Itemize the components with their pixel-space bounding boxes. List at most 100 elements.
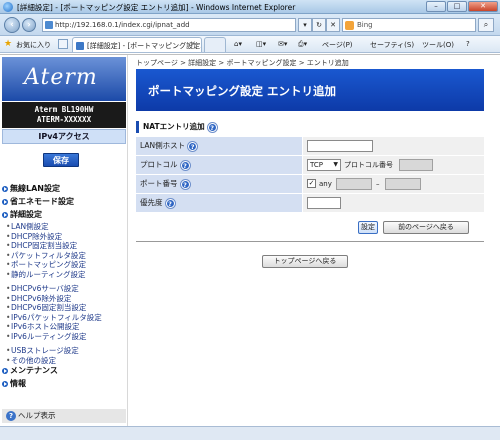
priority-input[interactable] (307, 197, 341, 209)
field-label: LAN側ホスト? (136, 137, 302, 155)
search-icon[interactable]: ⌕ (478, 18, 494, 32)
help-icon[interactable]: ? (179, 159, 191, 171)
port-start-input[interactable] (336, 178, 372, 190)
tab-close-icon[interactable]: ✕ (190, 40, 196, 48)
help-icon[interactable]: ? (206, 121, 218, 133)
breadcrumb[interactable]: トップページ > 詳細設定 > ポートマッピング設定 > エントリ追加 (136, 58, 349, 68)
tools-menu[interactable]: ツール(O) (422, 40, 454, 50)
row-protocol: プロトコル? TCP プロトコル番号 (136, 156, 484, 175)
entry-form: LAN側ホスト? プロトコル? TCP プロトコル番号 ポート番号? ✓ an (136, 137, 484, 213)
menu-sub-item[interactable]: DHCPv6サーバ設定 (0, 284, 128, 294)
menu-sub-item[interactable]: パケットフィルタ設定 (0, 251, 128, 261)
sidebar-menu: 無線LAN設定 省エネモード設定 詳細設定 LAN側設定 DHCP除外設定 DH… (0, 183, 128, 391)
back-button[interactable]: ‹ (4, 17, 20, 33)
protocol-select[interactable]: TCP (307, 159, 341, 171)
menu-eco[interactable]: 省エネモード設定 (0, 196, 128, 209)
page-menu[interactable]: ページ(P) (322, 40, 353, 50)
port-range-dash: – (376, 180, 380, 188)
aterm-logo: Aterm (2, 57, 126, 101)
help-icon[interactable]: ? (164, 197, 176, 209)
help-link[interactable]: ? ヘルプ表示 (2, 409, 126, 423)
menu-sub-item[interactable]: DHCPv6除外設定 (0, 294, 128, 304)
minimize-button[interactable]: – (426, 1, 446, 12)
tab-active[interactable]: [詳細設定] - [ポートマッピング設定... (72, 37, 202, 52)
help-label: ヘルプ表示 (18, 411, 56, 420)
stop-icon[interactable]: ✕ (326, 18, 340, 32)
menu-advanced[interactable]: 詳細設定 (0, 209, 128, 222)
menu-sub-item[interactable]: LAN側設定 (0, 222, 128, 232)
tab-page-icon (76, 42, 84, 50)
menu-sub-item[interactable]: IPv6パケットフィルタ設定 (0, 313, 128, 323)
main-panel: トップページ > 詳細設定 > ポートマッピング設定 > エントリ追加 ポートマ… (128, 55, 500, 427)
lan-host-input[interactable] (307, 140, 373, 152)
model-info: Aterm BL190HW ATERM-XXXXXX (2, 102, 126, 128)
new-tab-button[interactable] (204, 37, 226, 52)
home-icon[interactable]: ⌂▾ (234, 40, 242, 48)
favorites-star-icon[interactable]: ★ (4, 39, 12, 49)
arrow-bullet-icon (2, 186, 8, 192)
url-input[interactable]: http://192.168.0.1/index.cgi/ipnat_add (42, 18, 296, 32)
search-input[interactable]: Bing (342, 18, 476, 32)
close-button[interactable]: ✕ (468, 1, 498, 12)
model-name: Aterm BL190HW (34, 105, 94, 114)
top-page-button[interactable]: トップページへ戻る (262, 255, 348, 268)
tab-label: [詳細設定] - [ポートマッピング設定... (87, 42, 202, 50)
menu-sub-item[interactable]: 静的ルーティング設定 (0, 270, 128, 280)
search-placeholder: Bing (357, 21, 373, 29)
arrow-bullet-icon (2, 368, 8, 374)
maximize-button[interactable]: □ (447, 1, 467, 12)
arrow-bullet-icon (2, 199, 8, 205)
mail-icon[interactable]: ✉▾ (278, 40, 287, 48)
divider (136, 241, 484, 242)
page-icon (45, 21, 53, 29)
feeds-icon[interactable]: ◫▾ (256, 40, 266, 48)
menu-maintenance[interactable]: メンテナンス (0, 365, 128, 378)
compat-icon[interactable]: ▾ (298, 18, 312, 32)
refresh-icon[interactable]: ↻ (312, 18, 326, 32)
status-bar (0, 426, 500, 440)
menu-sub-item[interactable]: DHCP固定割当設定 (0, 241, 128, 251)
page-title: ポートマッピング設定 エントリ追加 (136, 69, 484, 111)
help-icon[interactable]: ? (179, 178, 191, 190)
back-page-button[interactable]: 前のページへ戻る (383, 221, 469, 234)
menu-sub-item[interactable]: IPv6ルーティング設定 (0, 332, 128, 342)
row-priority: 優先度? (136, 194, 484, 213)
menu-sub-item[interactable]: DHCPv6固定割当設定 (0, 303, 128, 313)
row-port: ポート番号? ✓ any – (136, 175, 484, 194)
help-icon: ? (6, 411, 16, 421)
arrow-bullet-icon (2, 212, 8, 218)
protocol-number-label: プロトコル番号 (344, 161, 393, 169)
help-icon[interactable]: ? (187, 140, 199, 152)
any-checkbox[interactable]: ✓ (307, 179, 316, 188)
menu-wireless[interactable]: 無線LAN設定 (0, 183, 128, 196)
port-end-input[interactable] (385, 178, 421, 190)
section-title: NATエントリ追加? (136, 121, 484, 133)
forward-button[interactable]: › (22, 18, 36, 32)
ie-logo-icon (3, 2, 13, 12)
menu-sub-item[interactable]: IPv6ホスト公開設定 (0, 322, 128, 332)
favorites-bar: ★ お気に入り [詳細設定] - [ポートマッピング設定... ✕ ⌂▾ ◫▾ … (0, 36, 500, 53)
menu-info[interactable]: 情報 (0, 378, 128, 391)
menu-sub-item[interactable]: USBストレージ設定 (0, 346, 128, 356)
menu-sub-item[interactable]: DHCP除外設定 (0, 232, 128, 242)
save-button[interactable]: 保存 (43, 153, 79, 167)
address-toolbar: ‹ › http://192.168.0.1/index.cgi/ipnat_a… (0, 14, 500, 36)
print-icon[interactable]: ⎙▾ (298, 40, 307, 49)
window-titlebar: [詳細設定] - [ポートマッピング設定 エントリ追加] - Windows I… (0, 0, 500, 14)
safety-menu[interactable]: セーフティ(S) (370, 40, 414, 50)
protocol-number-input[interactable] (399, 159, 433, 171)
field-label: プロトコル? (136, 156, 302, 174)
menu-sub-item[interactable]: その他の設定 (0, 356, 128, 366)
url-text: http://192.168.0.1/index.cgi/ipnat_add (55, 21, 190, 29)
field-label: ポート番号? (136, 175, 302, 193)
any-label: any (319, 180, 332, 188)
page-content: Aterm Aterm BL190HW ATERM-XXXXXX IPv4アクセ… (0, 54, 500, 427)
menu-sub-item[interactable]: ポートマッピング設定 (0, 260, 128, 270)
arrow-bullet-icon (2, 381, 8, 387)
window-title: [詳細設定] - [ポートマッピング設定 エントリ追加] - Windows I… (17, 3, 296, 12)
quick-tabs-icon[interactable] (58, 39, 68, 49)
bing-icon (345, 21, 354, 30)
help-menu[interactable]: ? (466, 40, 470, 48)
favorites-button[interactable]: お気に入り (16, 40, 51, 50)
set-button[interactable]: 設定 (358, 221, 378, 234)
